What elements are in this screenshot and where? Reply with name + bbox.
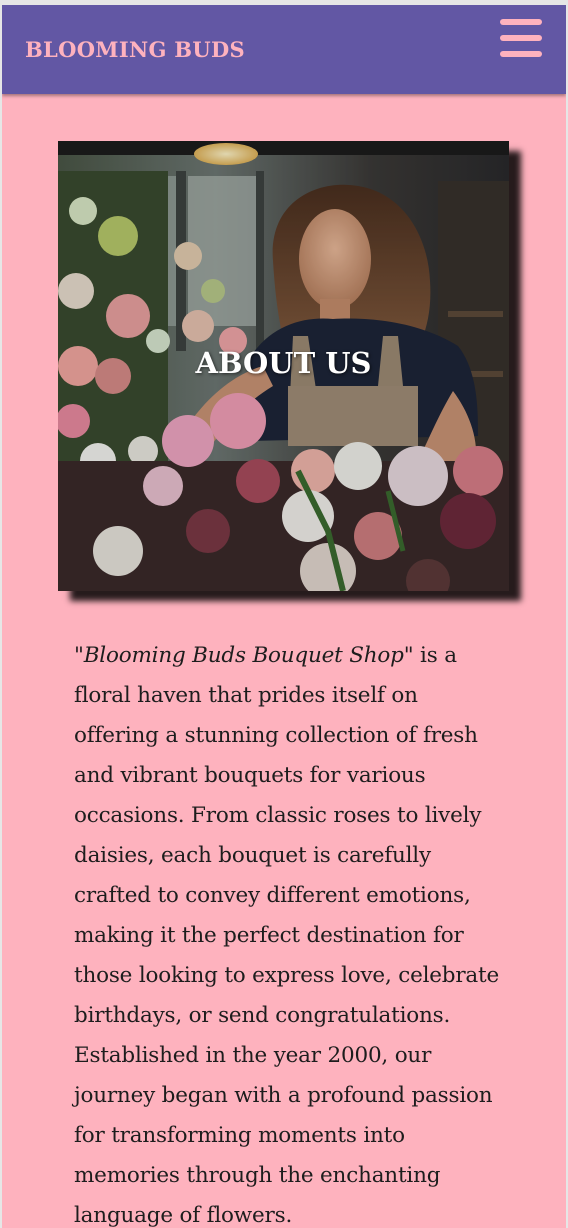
about-us-heading: ABOUT US (195, 346, 372, 380)
shop-name-quote: "Blooming Buds Bouquet Shop" (74, 643, 414, 668)
menu-bar-middle (500, 35, 542, 41)
navbar: BLOOMING BUDS (2, 5, 566, 94)
brand-logo-link[interactable]: BLOOMING BUDS (25, 37, 245, 62)
menu-bar-bottom (500, 51, 542, 57)
about-body-text: is a floral haven that prides itself on … (74, 643, 500, 1228)
hero-image: ABOUT US (58, 141, 509, 591)
page: BLOOMING BUDS ABOUT US "Blooming Buds Bo… (2, 5, 566, 1228)
about-paragraph: "Blooming Buds Bouquet Shop" is a floral… (74, 636, 504, 1228)
menu-bar-top (500, 19, 542, 25)
hamburger-menu-icon[interactable] (500, 19, 542, 57)
